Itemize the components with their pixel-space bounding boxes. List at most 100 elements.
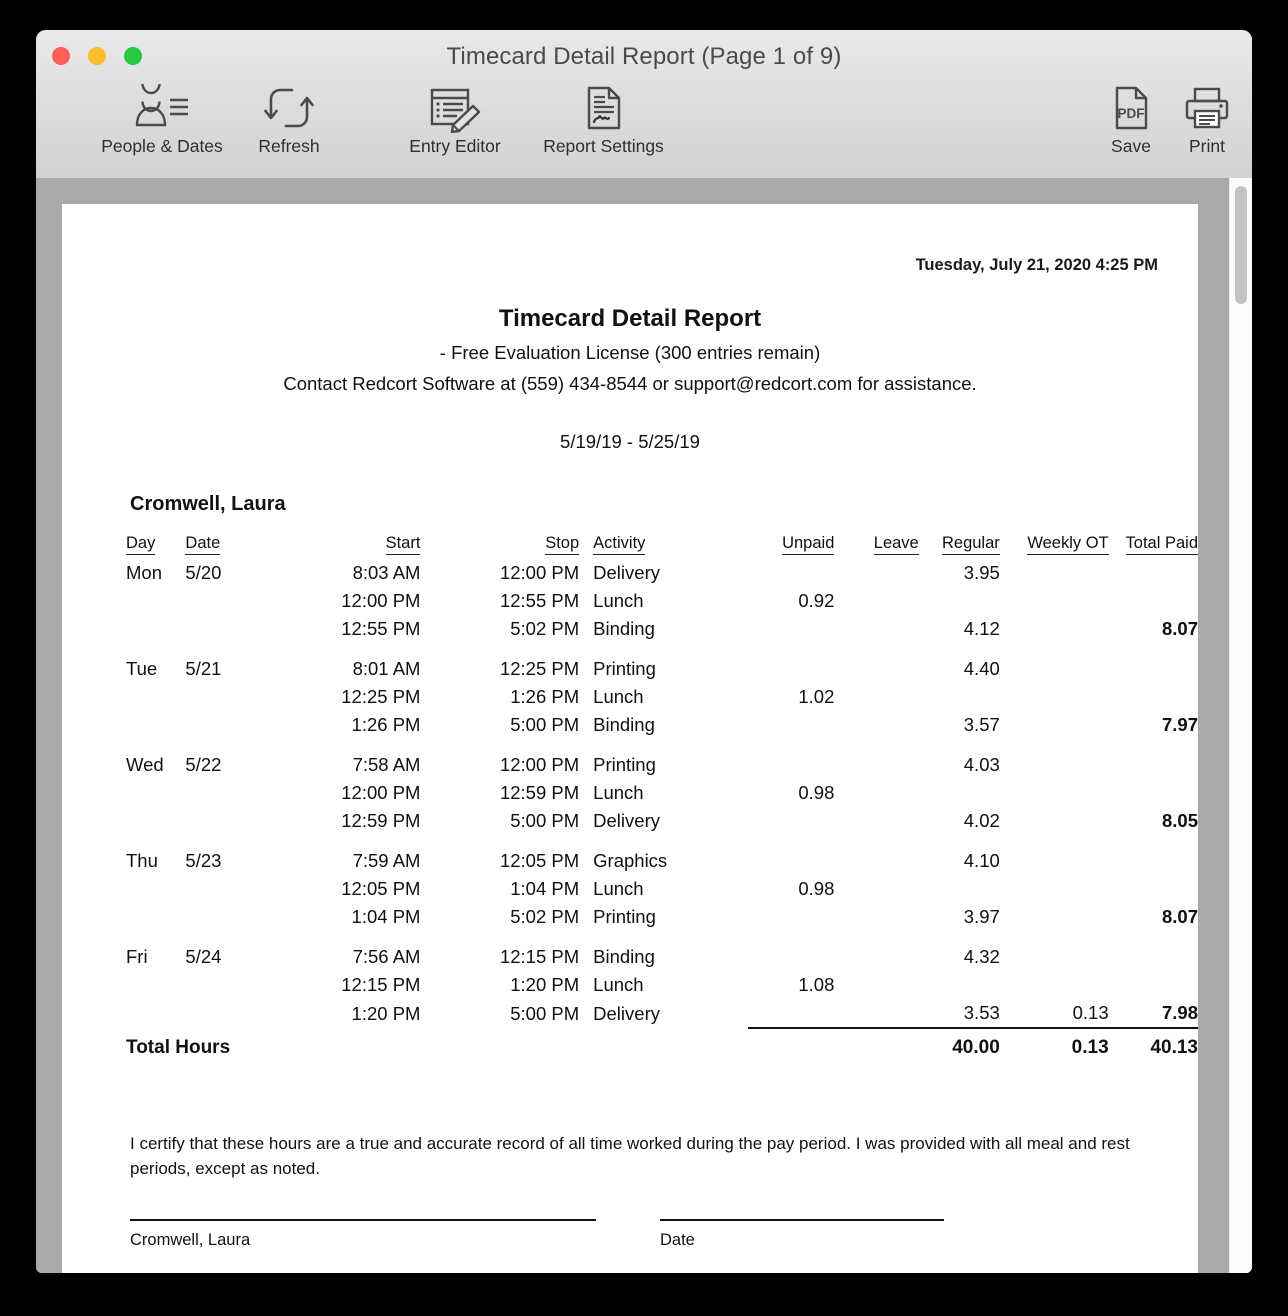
table-row: 12:59 PM 5:00 PM Delivery 4.02 8.05 <box>126 807 1198 835</box>
cell-leave <box>834 643 918 683</box>
people-and-dates-button[interactable]: People & Dates <box>80 82 244 157</box>
cell-date <box>185 683 275 711</box>
cell-ot <box>1000 711 1109 739</box>
cell-ot <box>1000 739 1109 779</box>
cell-unpaid: 0.92 <box>798 590 835 611</box>
cell-day <box>126 587 185 615</box>
cell-date: 5/22 <box>185 754 222 775</box>
certification-text: I certify that these hours are a true an… <box>130 1134 1130 1178</box>
cell-total <box>1109 875 1198 903</box>
vertical-scrollbar[interactable] <box>1229 178 1252 1273</box>
cell-day: Tue <box>126 658 158 679</box>
cell-regular <box>919 683 1000 711</box>
cell-stop: 5:02 PM <box>510 618 580 639</box>
cell-total <box>1109 683 1198 711</box>
column-header-regular: Regular <box>919 534 1000 559</box>
cell-date <box>185 999 275 1028</box>
cell-activity: Printing <box>593 658 656 679</box>
refresh-button[interactable]: Refresh <box>244 82 334 157</box>
print-label: Print <box>1189 136 1225 156</box>
column-header-weekly-ot: Weekly OT <box>1000 534 1109 559</box>
cell-date: 5/24 <box>185 946 222 967</box>
cell-stop: 5:00 PM <box>510 1002 580 1024</box>
table-row: 1:26 PM 5:00 PM Binding 3.57 7.97 <box>126 711 1198 739</box>
cell-total <box>1109 971 1198 999</box>
report-settings-button[interactable]: Report Settings <box>511 82 696 157</box>
column-header-leave: Leave <box>834 534 919 559</box>
totals-regular: 40.00 <box>952 1037 1000 1058</box>
cell-leave <box>834 779 918 807</box>
entry-editor-button[interactable]: Entry Editor <box>379 82 531 157</box>
cell-day: Thu <box>126 850 158 871</box>
cell-activity: Lunch <box>593 878 644 899</box>
cell-ot <box>1000 931 1109 971</box>
signature-line[interactable] <box>130 1219 596 1222</box>
column-header-total-paid: Total Paid <box>1109 534 1198 559</box>
cell-total <box>1109 643 1198 683</box>
cell-regular: 4.40 <box>963 658 1000 679</box>
cell-stop: 5:00 PM <box>510 714 580 735</box>
cell-ot <box>1000 971 1109 999</box>
cell-regular <box>919 587 1000 615</box>
cell-stop: 12:00 PM <box>499 754 580 775</box>
license-line: - Free Evaluation License (300 entries r… <box>439 342 821 363</box>
entry-editor-label: Entry Editor <box>409 136 501 156</box>
table-row: Tue 5/21 8:01 AM 12:25 PM Printing 4.40 <box>126 643 1198 683</box>
cell-date <box>185 875 275 903</box>
signature-date-label: Date <box>660 1231 695 1250</box>
cell-date: 5/23 <box>185 850 222 871</box>
cell-activity: Binding <box>593 946 655 967</box>
cell-total <box>1109 835 1198 875</box>
cell-total <box>1109 739 1198 779</box>
cell-ot <box>1000 779 1109 807</box>
table-row: Wed 5/22 7:58 AM 12:00 PM Printing 4.03 <box>126 739 1198 779</box>
cell-regular: 4.03 <box>963 754 1000 775</box>
cell-ot <box>1000 587 1109 615</box>
cell-unpaid <box>748 711 835 739</box>
cell-stop: 1:26 PM <box>510 686 580 707</box>
cell-start: 1:26 PM <box>351 714 421 735</box>
document-scroll-area[interactable]: Tuesday, July 21, 2020 4:25 PM Timecard … <box>36 178 1252 1273</box>
cell-date <box>185 903 275 931</box>
cell-regular <box>919 971 1000 999</box>
cell-leave <box>834 807 918 835</box>
cell-date: 5/21 <box>185 658 222 679</box>
cell-start: 12:05 PM <box>341 878 421 899</box>
cell-activity: Lunch <box>593 974 644 995</box>
cell-activity: Binding <box>593 714 655 735</box>
cell-unpaid <box>748 807 835 835</box>
table-row: Mon 5/20 8:03 AM 12:00 PM Delivery 3.95 <box>126 559 1198 587</box>
cell-leave <box>834 835 918 875</box>
cell-leave <box>834 875 918 903</box>
cell-ot <box>1000 615 1109 643</box>
cell-start: 7:56 AM <box>352 946 421 967</box>
cell-leave <box>834 971 918 999</box>
cell-total <box>1109 587 1198 615</box>
scrollbar-thumb[interactable] <box>1235 186 1247 304</box>
cell-total <box>1109 559 1198 587</box>
table-row: 1:20 PM 5:00 PM Delivery 3.53 0.13 7.98 <box>126 999 1198 1029</box>
report-title: Timecard Detail Report <box>498 305 762 332</box>
cell-unpaid <box>748 643 835 683</box>
table-row: Thu 5/23 7:59 AM 12:05 PM Graphics 4.10 <box>126 835 1198 875</box>
cell-ot <box>1000 807 1109 835</box>
cell-day <box>126 615 185 643</box>
cell-unpaid <box>748 903 835 931</box>
cell-start: 1:04 PM <box>351 906 421 927</box>
cell-start: 12:00 PM <box>341 782 421 803</box>
cell-regular: 4.12 <box>963 618 1000 639</box>
cell-ot: 0.13 <box>999 999 1109 1029</box>
column-header-unpaid: Unpaid <box>748 534 835 559</box>
cell-day <box>126 683 185 711</box>
timecard-table: Day Date Start Stop Activity Unpaid Leav… <box>126 534 1198 1062</box>
print-button[interactable]: Print <box>1162 82 1252 157</box>
column-header-date: Date <box>185 534 275 559</box>
cell-unpaid: 1.08 <box>798 974 835 995</box>
cell-stop: 1:04 PM <box>510 878 580 899</box>
cell-activity: Delivery <box>593 810 660 831</box>
cell-activity: Printing <box>593 906 656 927</box>
cell-regular <box>919 875 1000 903</box>
date-line[interactable] <box>660 1219 944 1222</box>
cell-start: 12:59 PM <box>341 810 421 831</box>
contact-line: Contact Redcort Software at (559) 434-85… <box>283 373 977 394</box>
